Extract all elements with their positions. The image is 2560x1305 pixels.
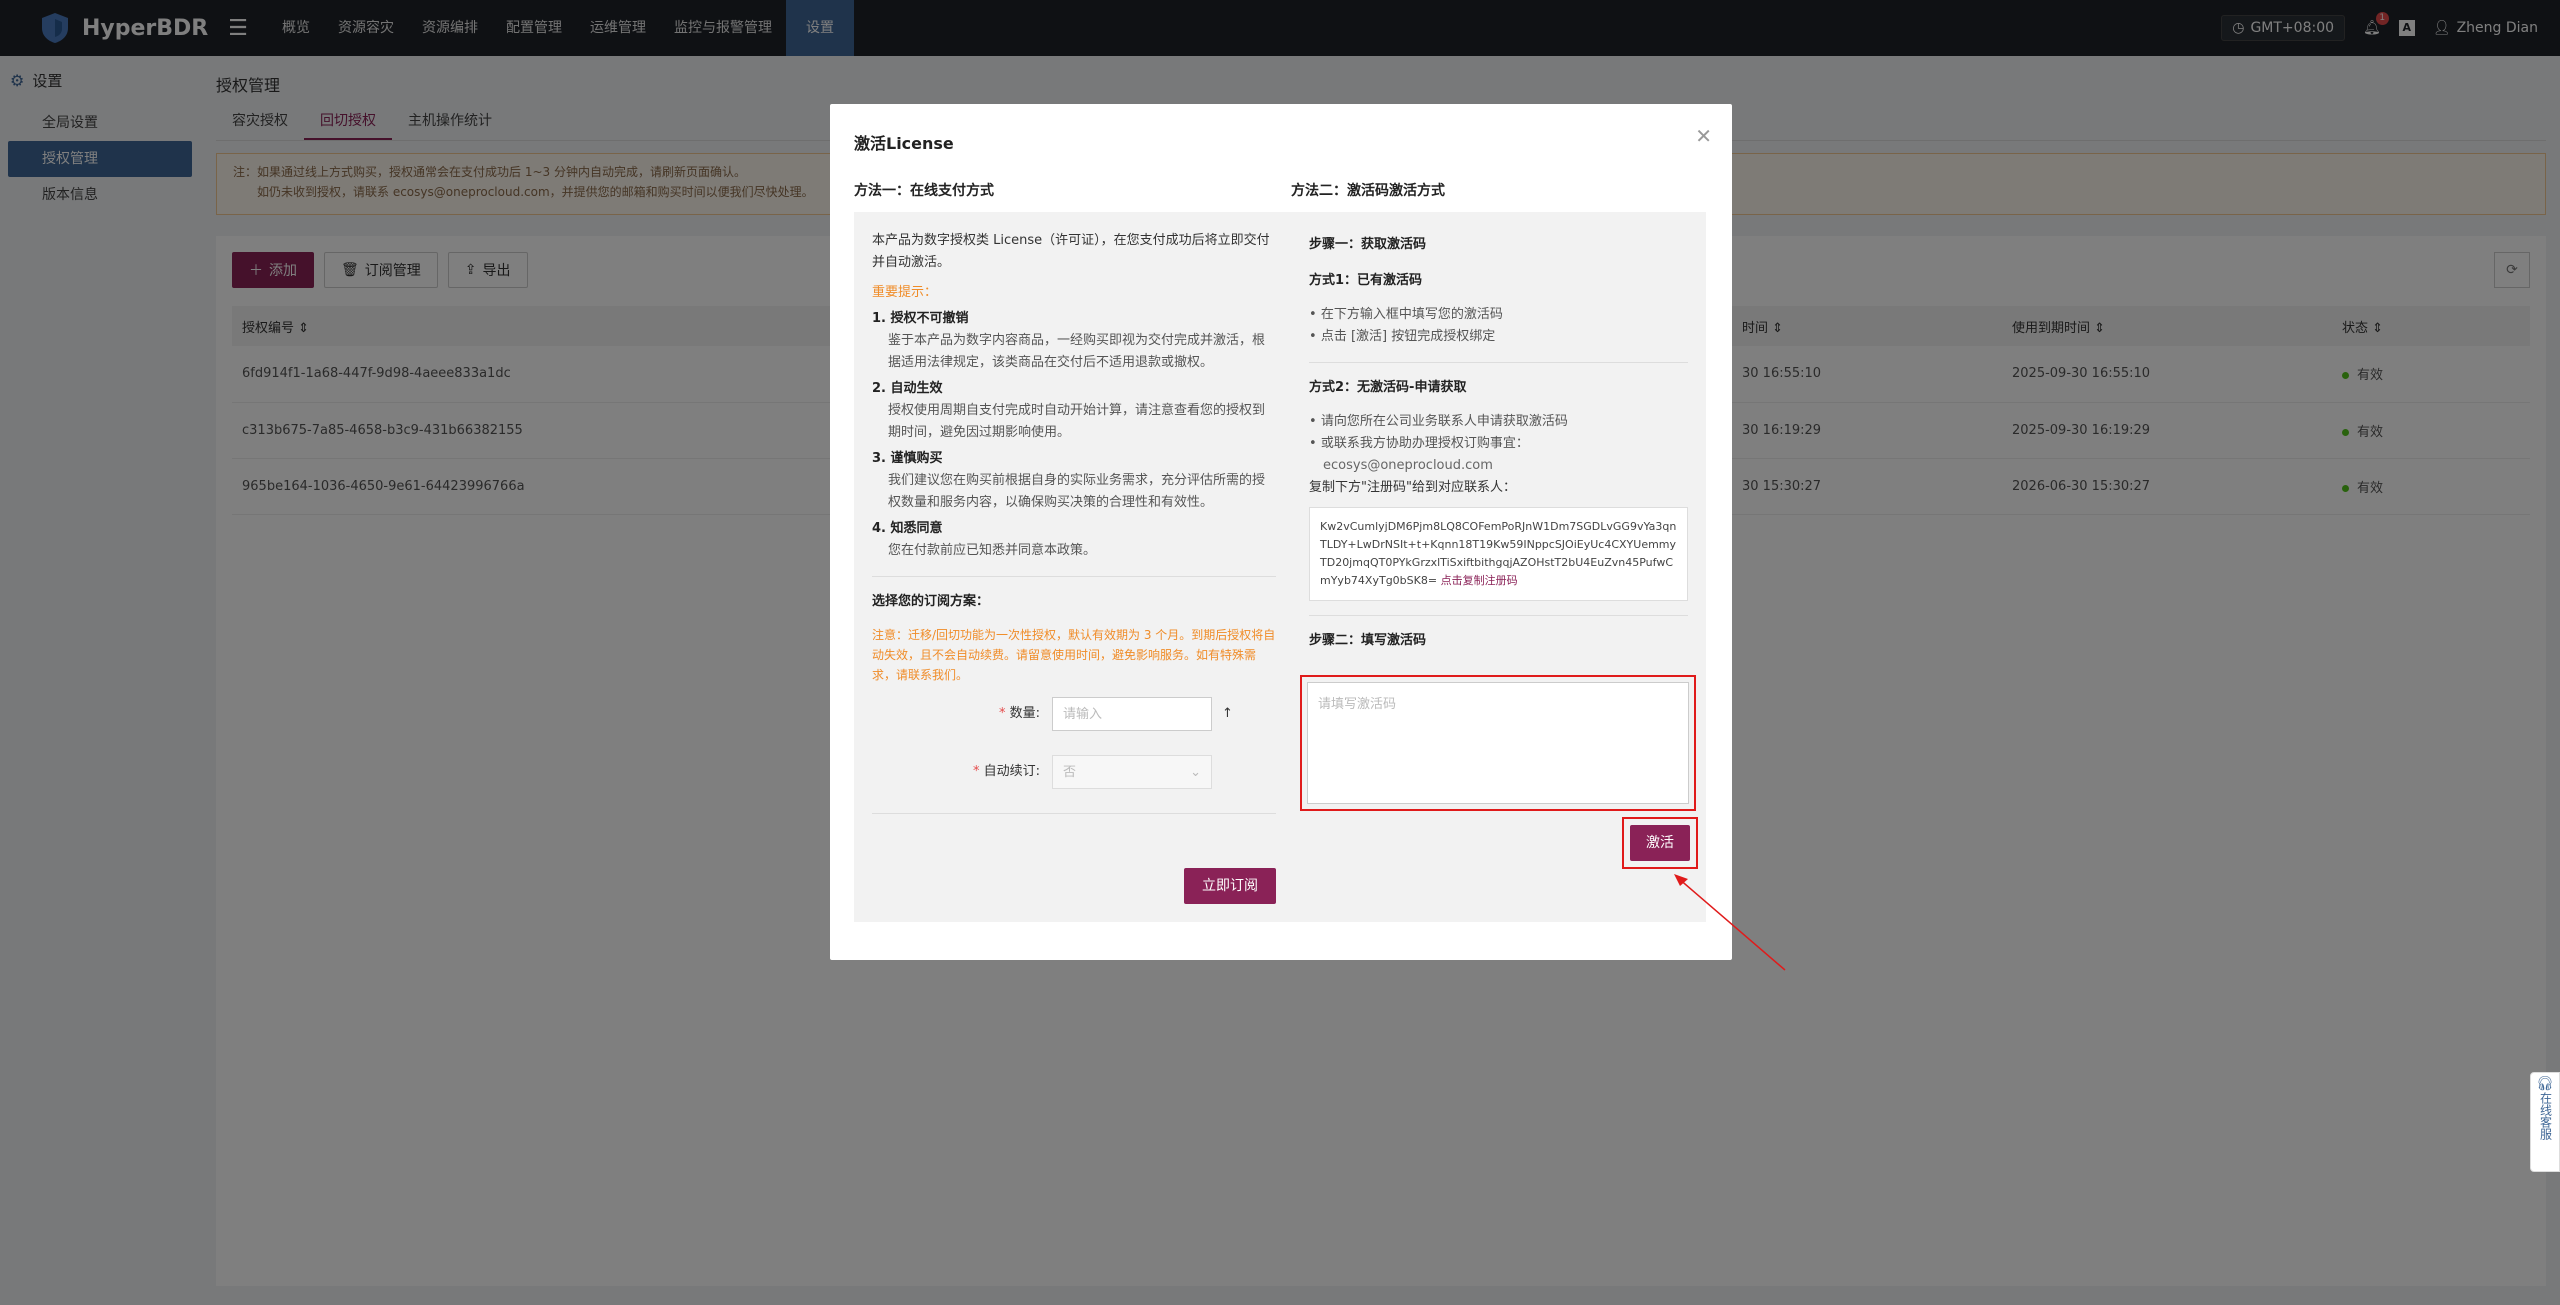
close-icon[interactable]: ✕ (1695, 124, 1712, 148)
list-item: • 请向您所在公司业务联系人申请获取激活码 (1309, 414, 1568, 429)
list-item: • 点击 [激活] 按钮完成授权绑定 (1309, 329, 1496, 344)
point-4-body: 您在付款前应已知悉并同意本政策。 (888, 543, 1097, 558)
auto-renew-select[interactable]: 否 ⌄ (1052, 755, 1212, 789)
important-label: 重要提示： (872, 285, 938, 300)
step1-title: 步骤一：获取激活码 (1309, 237, 1427, 252)
contact-email: ecosys@oneprocloud.com (1323, 458, 1493, 473)
copy-code-link[interactable]: 点击复制注册码 (1441, 574, 1518, 587)
point-4-head: 4. 知悉同意 (872, 521, 943, 536)
step2-title: 步骤二：填写激活码 (1309, 633, 1427, 648)
auto-renew-label: * 自动续订: (972, 764, 1040, 779)
point-3-head: 3. 谨慎购买 (872, 451, 943, 466)
activate-button[interactable]: 激活 (1630, 825, 1690, 861)
method2-title: 方法二：激活码激活方式 (1291, 183, 1445, 199)
divider (1309, 615, 1688, 616)
intro-text: 本产品为数字授权类 License（许可证），在您支付成功后将立即交付并自动激活… (872, 233, 1270, 270)
activation-code-section: 步骤一：获取激活码 方式1：已有激活码 • 在下方输入框中填写您的激活码 • 点… (1291, 212, 1706, 922)
point-2-head: 2. 自动生效 (872, 381, 943, 396)
point-1-head: 1. 授权不可撤销 (872, 311, 969, 326)
way2-list: • 请向您所在公司业务联系人申请获取激活码 • 或联系我方协助办理授权订购事宜：… (1309, 411, 1688, 477)
way1-title: 方式1：已有激活码 (1309, 273, 1423, 288)
quantity-row: * 数量: 请输入 ↑ (872, 697, 1276, 731)
online-service-widget[interactable]: 🎧︎ 在线客服 (2530, 1072, 2560, 1172)
point-3-body: 我们建议您在购买前根据自身的实际业务需求，充分评估所需的授权数量和服务内容，以确… (888, 473, 1266, 510)
list-item: • 或联系我方协助办理授权订购事宜： (1309, 436, 1529, 451)
copy-label: 复制下方"注册码"给到对应联系人： (1309, 480, 1516, 495)
way1-list: • 在下方输入框中填写您的激活码 • 点击 [激活] 按钮完成授权绑定 (1309, 304, 1688, 348)
divider (1309, 362, 1688, 363)
list-item: • 在下方输入框中填写您的激活码 (1309, 307, 1503, 322)
divider (872, 813, 1276, 814)
headset-icon: 🎧︎ (2536, 1076, 2554, 1092)
plan-title: 选择您的订阅方案： (872, 594, 990, 609)
auto-renew-value: 否 (1063, 765, 1077, 780)
online-payment-section: 本产品为数字授权类 License（许可证），在您支付成功后将立即交付并自动激活… (854, 212, 1294, 922)
dialog-title: 激活License (854, 134, 954, 153)
way2-title: 方式2：无激活码-申请获取 (1309, 380, 1467, 395)
quantity-input[interactable]: 请输入 (1052, 697, 1212, 731)
subscribe-now-button[interactable]: 立即订阅 (1184, 868, 1276, 904)
chevron-down-icon: ⌄ (1190, 765, 1201, 780)
divider (872, 576, 1276, 577)
plan-note: 注意：迁移/回切功能为一次性授权，默认有效期为 3 个月。到期后授权将自动失效，… (872, 628, 1276, 682)
arrow-up-icon[interactable]: ↑ (1222, 703, 1233, 725)
point-2-body: 授权使用周期自支付完成时自动开始计算，请注意查看您的授权到期时间，避免因过期影响… (888, 403, 1266, 440)
annotation-arrow (1674, 874, 1786, 971)
auto-renew-row: * 自动续订: 否 ⌄ (872, 755, 1276, 789)
point-1-body: 鉴于本产品为数字内容商品，一经购买即视为交付完成并激活，根据适用法律规定，该类商… (888, 333, 1266, 370)
activation-code-input[interactable]: 请填写激活码 (1307, 682, 1689, 804)
activate-license-dialog: 激活License ✕ 方法一：在线支付方式 方法二：激活码激活方式 本产品为数… (830, 104, 1732, 960)
quantity-label: * 数量: (998, 706, 1040, 721)
method1-title: 方法一：在线支付方式 (854, 183, 994, 199)
registration-code-box: Kw2vCumlyjDM6Pjm8LQ8COFemPoRJnW1Dm7SGDLv… (1309, 507, 1688, 601)
online-service-label: 在线客服 (2538, 1092, 2553, 1140)
